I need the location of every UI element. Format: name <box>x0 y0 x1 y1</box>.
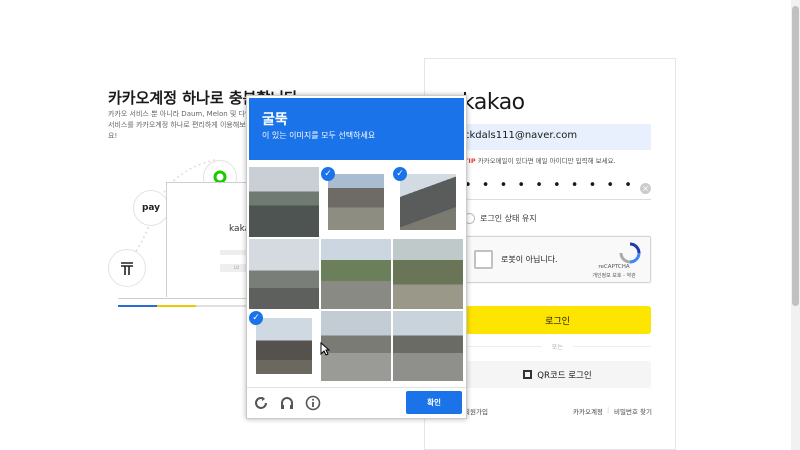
challenge-tile-3[interactable]: ✓ <box>393 167 463 237</box>
challenge-tile-5[interactable] <box>321 239 391 309</box>
challenge-target-word: 굴뚝 <box>262 112 288 128</box>
find-account-link[interactable]: 카카오계정 <box>573 406 603 416</box>
laptop-base <box>118 298 258 308</box>
challenge-tile-1[interactable] <box>249 167 319 237</box>
email-field[interactable]: ckdals111@naver.com <box>464 124 651 150</box>
challenge-header: 굴뚝 이 있는 이미지를 모두 선택하세요 <box>249 98 464 160</box>
laptop-login-text: LO <box>234 265 240 270</box>
challenge-tile-4[interactable] <box>249 239 319 309</box>
recaptcha-logo-icon <box>619 242 641 264</box>
qr-login-label: QR코드 로그인 <box>537 370 592 381</box>
clear-icon[interactable]: × <box>640 183 651 194</box>
login-button[interactable]: 로그인 <box>464 306 651 334</box>
selected-check-icon: ✓ <box>393 167 407 181</box>
verify-button[interactable]: 확인 <box>406 391 462 414</box>
password-mask: • • • • • • • • • • <box>464 178 635 193</box>
page-scrollbar[interactable] <box>791 0 800 450</box>
recaptcha-checkbox[interactable] <box>474 250 493 269</box>
scrollbar-thumb[interactable] <box>792 6 799 306</box>
or-divider: 또는 <box>464 342 651 351</box>
recaptcha-privacy-links[interactable]: 개인정보 보호 - 약관 <box>584 272 644 279</box>
selected-check-icon: ✓ <box>249 311 263 325</box>
footer-separator: | <box>607 406 610 414</box>
challenge-tile-6[interactable] <box>393 239 463 309</box>
password-field[interactable]: • • • • • • • • • • × <box>464 178 651 200</box>
kakaopay-service-icon: pay <box>133 190 169 226</box>
challenge-tile-9[interactable] <box>393 311 463 381</box>
challenge-tile-8[interactable] <box>321 311 391 381</box>
challenge-tile-2[interactable]: ✓ <box>321 167 391 237</box>
stay-logged-in-checkbox[interactable]: 로그인 상태 유지 <box>464 213 537 224</box>
laptop-color-bar <box>118 305 248 307</box>
challenge-image-grid: ✓ ✓ ✓ <box>249 167 465 383</box>
qr-login-button[interactable]: QR코드 로그인 <box>464 361 651 388</box>
laptop-illustration <box>166 182 256 297</box>
challenge-instruction: 이 있는 이미지를 모두 선택하세요 <box>262 131 376 140</box>
promo-description: 카카오 서비스 뿐 아니라 Daum, Melon 및 다양한 서비스를 카카오… <box>108 110 258 140</box>
audio-headphones-icon[interactable] <box>279 395 295 411</box>
mouse-cursor-icon <box>320 342 330 356</box>
tistory-service-icon <box>108 249 146 287</box>
challenge-tile-7[interactable]: ✓ <box>249 311 319 381</box>
recaptcha-challenge-popup: 굴뚝 이 있는 이미지를 모두 선택하세요 ✓ ✓ ✓ 확인 <box>246 95 467 419</box>
qr-code-icon <box>523 370 533 379</box>
info-icon[interactable] <box>305 395 321 411</box>
stay-logged-in-label: 로그인 상태 유지 <box>480 214 537 223</box>
find-password-link[interactable]: 비밀번호 찾기 <box>614 406 652 416</box>
recaptcha-label: 로봇이 아닙니다. <box>501 255 558 264</box>
challenge-footer: 확인 <box>247 387 466 419</box>
selected-check-icon: ✓ <box>321 167 335 181</box>
tip-text: 카카오메일이 있다면 메일 아이디만 입력해 보세요. <box>477 157 616 165</box>
reload-icon[interactable] <box>253 395 269 411</box>
kakao-logo: kakao <box>462 90 525 115</box>
email-tip: TIP 카카오메일이 있다면 메일 아이디만 입력해 보세요. <box>464 155 616 165</box>
email-value: ckdals111@naver.com <box>464 130 578 141</box>
recaptcha-brand: reCAPTCHA <box>598 264 630 270</box>
recaptcha-widget: 로봇이 아닙니다. reCAPTCHA 개인정보 보호 - 약관 <box>464 236 651 283</box>
signup-link[interactable]: 회원가입 <box>464 406 488 416</box>
